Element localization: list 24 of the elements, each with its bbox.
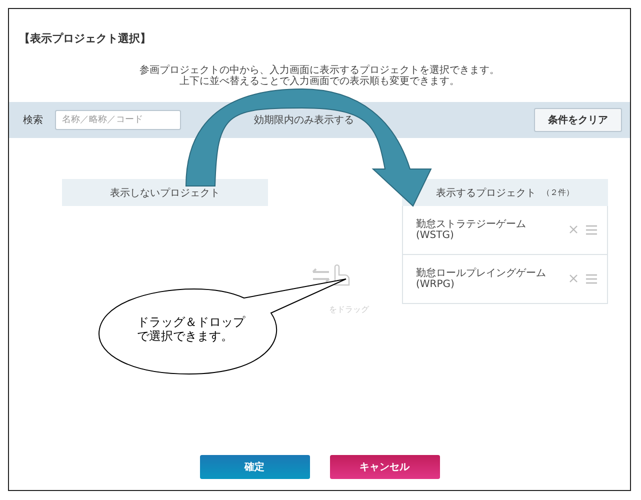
close-icon[interactable]: [569, 225, 578, 234]
project-name: 勤怠ロールプレイングゲーム: [416, 268, 547, 279]
clear-button[interactable]: 条件をクリア: [534, 108, 622, 132]
panel-title: 表示するプロジェクト: [436, 186, 536, 200]
callout-text: で選択できます。: [137, 329, 234, 343]
project-code: (WSTG): [416, 230, 455, 241]
callout-text: ドラッグ＆ドロップ: [137, 315, 245, 329]
description-text: 参画プロジェクトの中から、入力画面に表示するプロジェクトを選択できます。: [138, 65, 500, 76]
search-label: 検索: [23, 114, 43, 127]
close-icon[interactable]: [569, 274, 578, 283]
confirm-button[interactable]: 確定: [200, 455, 310, 479]
project-name: 勤怠ストラテジーゲーム: [416, 219, 527, 230]
filter-label: 効期限内のみ表示する: [254, 114, 354, 127]
project-item[interactable]: 勤怠ストラテジーゲーム (WSTG): [402, 206, 608, 255]
drag-handle-icon[interactable]: [586, 274, 597, 284]
search-field[interactable]: 名称／略称／コード: [55, 110, 181, 130]
dialog-title: 【表示プロジェクト選択】: [18, 31, 152, 47]
project-code: (WRPG): [416, 279, 456, 290]
project-item[interactable]: 勤怠ロールプレイングゲーム (WRPG): [402, 255, 608, 304]
panel-title: 表示しないプロジェクト: [110, 186, 220, 200]
item-count: （２件）: [542, 187, 574, 198]
cancel-button[interactable]: キャンセル: [330, 455, 440, 479]
description-text: 上下に並べ替えることで入力画面での表示順も変更できます。: [178, 76, 460, 87]
drag-handle-icon[interactable]: [586, 225, 597, 235]
